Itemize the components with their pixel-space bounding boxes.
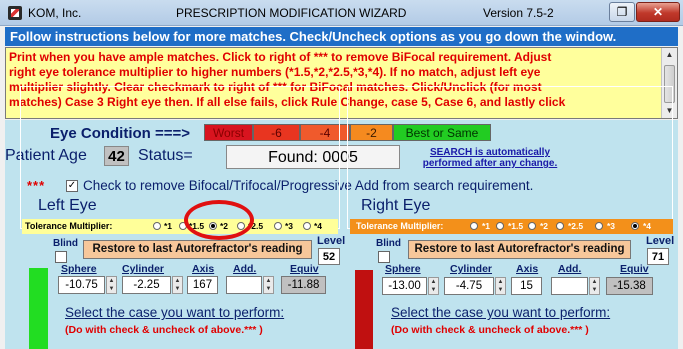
right-tol-radio-3[interactable] [595,222,603,230]
right-tol-radio-1[interactable] [470,222,478,230]
right-case-title: Select the case you want to perform: [391,305,611,320]
left-sphere-spinner-icon[interactable]: ▲ ▼ [106,276,117,294]
left-cylinder-spinner-icon[interactable]: ▲ ▼ [172,276,183,294]
restore-window-button[interactable]: ❐ [609,2,635,22]
app-logo-icon [8,6,22,20]
right-tol-opt-2-5: *2.5 [568,221,584,231]
right-eye-title: Right Eye [359,197,433,215]
left-equiv-value: -11.88 [281,276,326,294]
left-axis-field[interactable]: 167 [187,276,218,294]
left-cylinder-field[interactable]: -2.25 [122,276,171,294]
right-add-label: Add. [558,263,582,275]
right-cylinder-field[interactable]: -4.75 [444,277,494,295]
right-equiv-value: -15.38 [606,277,653,295]
right-sphere-label: Sphere [385,263,421,275]
right-blind-checkbox[interactable] [378,251,390,263]
company-name: KOM, Inc. [28,6,82,20]
left-add-field[interactable] [226,276,262,294]
left-blind-label: Blind [53,238,78,249]
right-tol-opt-4: *4 [643,221,652,231]
right-condition-bar [355,270,373,349]
left-blind-checkbox[interactable] [55,251,67,263]
right-tolerance-bar: Tolerance Multiplier: *1 *1.5 *2 *2.5 *3… [350,219,673,234]
left-eye-title: Left Eye [36,197,99,215]
follow-instructions-bar: Follow instructions below for more match… [5,27,678,46]
left-tol-radio-3[interactable] [274,222,282,230]
left-restore-button[interactable]: Restore to last Autorefractor's reading [83,240,312,259]
left-tol-opt-3: *3 [285,221,294,231]
right-sphere-field[interactable]: -13.00 [382,277,427,295]
left-level-label: Level [317,235,346,247]
right-tol-opt-2: *2 [540,221,549,231]
right-tol-opt-3: *3 [607,221,616,231]
left-equiv-label: Equiv [290,263,319,275]
right-tol-opt-1-5: *1.5 [508,221,524,231]
window-title: PRESCRIPTION MODIFICATION WIZARD [176,6,407,20]
left-sphere-label: Sphere [61,263,97,275]
right-tol-radio-4[interactable] [631,222,639,230]
right-cylinder-spinner-icon[interactable]: ▲ ▼ [495,277,506,295]
right-restore-button[interactable]: Restore to last Autorefractor's reading [408,240,631,259]
left-condition-bar [29,268,48,349]
left-tol-radio-1[interactable] [153,222,161,230]
left-add-label: Add. [233,263,257,275]
right-tol-opt-1: *1 [482,221,491,231]
right-sphere-spinner-icon[interactable]: ▲ ▼ [428,277,439,295]
left-axis-label: Axis [192,263,215,275]
left-cylinder-label: Cylinder [122,263,165,275]
left-level-value: 52 [318,248,340,265]
right-case-subtitle: (Do with check & uncheck of above.*** ) [391,324,589,336]
left-tol-opt-1: *1 [164,221,173,231]
left-case-title: Select the case you want to perform: [65,305,285,320]
left-tol-opt-4: *4 [314,221,323,231]
right-level-value: 71 [647,248,669,265]
left-tolerance-label: Tolerance Multiplier: [25,221,113,231]
left-tol-radio-4[interactable] [303,222,311,230]
right-tol-radio-2[interactable] [528,222,536,230]
right-tolerance-label: Tolerance Multiplier: [356,221,444,231]
right-level-label: Level [646,235,675,247]
left-tolerance-bar: Tolerance Multiplier: *1 *1.5 *2 *2.5 *3… [22,219,338,234]
left-case-subtitle: (Do with check & uncheck of above.*** ) [65,324,263,336]
right-add-spinner-icon[interactable]: ▲ ▼ [589,277,600,295]
right-add-field[interactable] [551,277,588,295]
highlight-ring [184,200,254,240]
left-sphere-field[interactable]: -10.75 [58,276,105,294]
right-axis-field[interactable]: 15 [511,277,542,295]
right-cylinder-label: Cylinder [450,263,493,275]
close-window-button[interactable]: ✕ [636,2,680,22]
left-add-spinner-icon[interactable]: ▲ ▼ [263,276,274,294]
scroll-up-icon[interactable]: ▲ [662,48,677,62]
right-axis-label: Axis [516,263,539,275]
right-tol-radio-1-5[interactable] [496,222,504,230]
title-bar: KOM, Inc. PRESCRIPTION MODIFICATION WIZA… [0,0,683,26]
right-blind-label: Blind [376,238,401,249]
version-label: Version 7.5-2 [483,6,554,20]
right-equiv-label: Equiv [620,263,649,275]
right-tol-radio-2-5[interactable] [556,222,564,230]
